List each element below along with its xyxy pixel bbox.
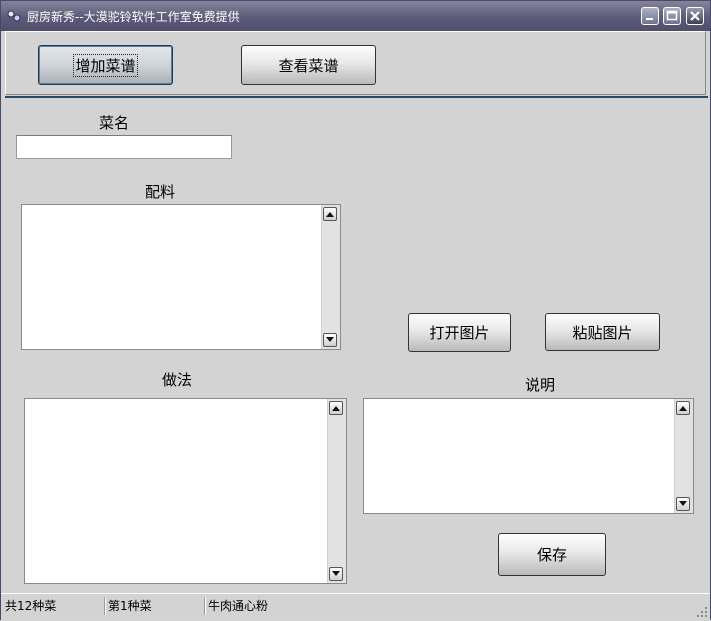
status-total: 共12种菜 (5, 599, 57, 613)
open-image-label: 打开图片 (429, 324, 490, 342)
scroll-down-icon[interactable] (676, 497, 690, 511)
ingredients-textarea[interactable] (21, 204, 341, 350)
paste-image-button[interactable]: 粘贴图片 (545, 313, 660, 351)
add-recipe-button[interactable]: 增加菜谱 (38, 45, 173, 85)
view-recipe-label: 查看菜谱 (278, 56, 339, 75)
status-index: 第1种菜 (108, 599, 152, 613)
close-button[interactable] (686, 7, 704, 25)
paste-image-label: 粘贴图片 (572, 323, 633, 342)
method-scrollbar[interactable] (327, 399, 346, 583)
minimize-button[interactable] (641, 7, 659, 25)
status-current-recipe: 牛肉通心粉 (208, 599, 269, 613)
scroll-down-icon[interactable] (323, 333, 337, 347)
open-image-button[interactable]: 打开图片 (408, 313, 511, 352)
recipe-name-input[interactable] (16, 135, 232, 159)
app-window: 厨房新秀--大漠驼铃软件工作室免费提供 增加菜谱 查看菜谱 菜名 配料 打开图片… (0, 0, 711, 620)
save-button[interactable]: 保存 (498, 533, 606, 576)
status-separator (104, 597, 106, 615)
ingredients-label: 配料 (145, 183, 176, 201)
resize-grip-icon[interactable] (696, 606, 708, 618)
add-recipe-label: 增加菜谱 (73, 53, 138, 77)
description-textarea[interactable] (363, 398, 694, 514)
recipe-name-label: 菜名 (99, 114, 130, 132)
scroll-up-icon[interactable] (676, 401, 690, 415)
status-separator (204, 597, 206, 615)
title-bar[interactable]: 厨房新秀--大漠驼铃软件工作室免费提供 (1, 1, 710, 31)
method-label: 做法 (162, 371, 193, 389)
scroll-down-icon[interactable] (329, 567, 343, 581)
view-recipe-button[interactable]: 查看菜谱 (241, 45, 376, 85)
ingredients-scrollbar[interactable] (321, 205, 340, 349)
status-bar: 共12种菜 第1种菜 牛肉通心粉 (1, 593, 710, 620)
scroll-up-icon[interactable] (329, 401, 343, 415)
toolbar-divider (5, 96, 708, 98)
description-scrollbar[interactable] (674, 399, 693, 513)
method-textarea[interactable] (24, 398, 347, 584)
toolbar-panel: 增加菜谱 查看菜谱 (5, 31, 706, 95)
maximize-button[interactable] (663, 7, 681, 25)
window-title: 厨房新秀--大漠驼铃软件工作室免费提供 (27, 10, 240, 24)
scroll-up-icon[interactable] (323, 207, 337, 221)
description-label: 说明 (525, 376, 556, 394)
app-icon (7, 9, 21, 23)
save-label: 保存 (536, 546, 567, 564)
